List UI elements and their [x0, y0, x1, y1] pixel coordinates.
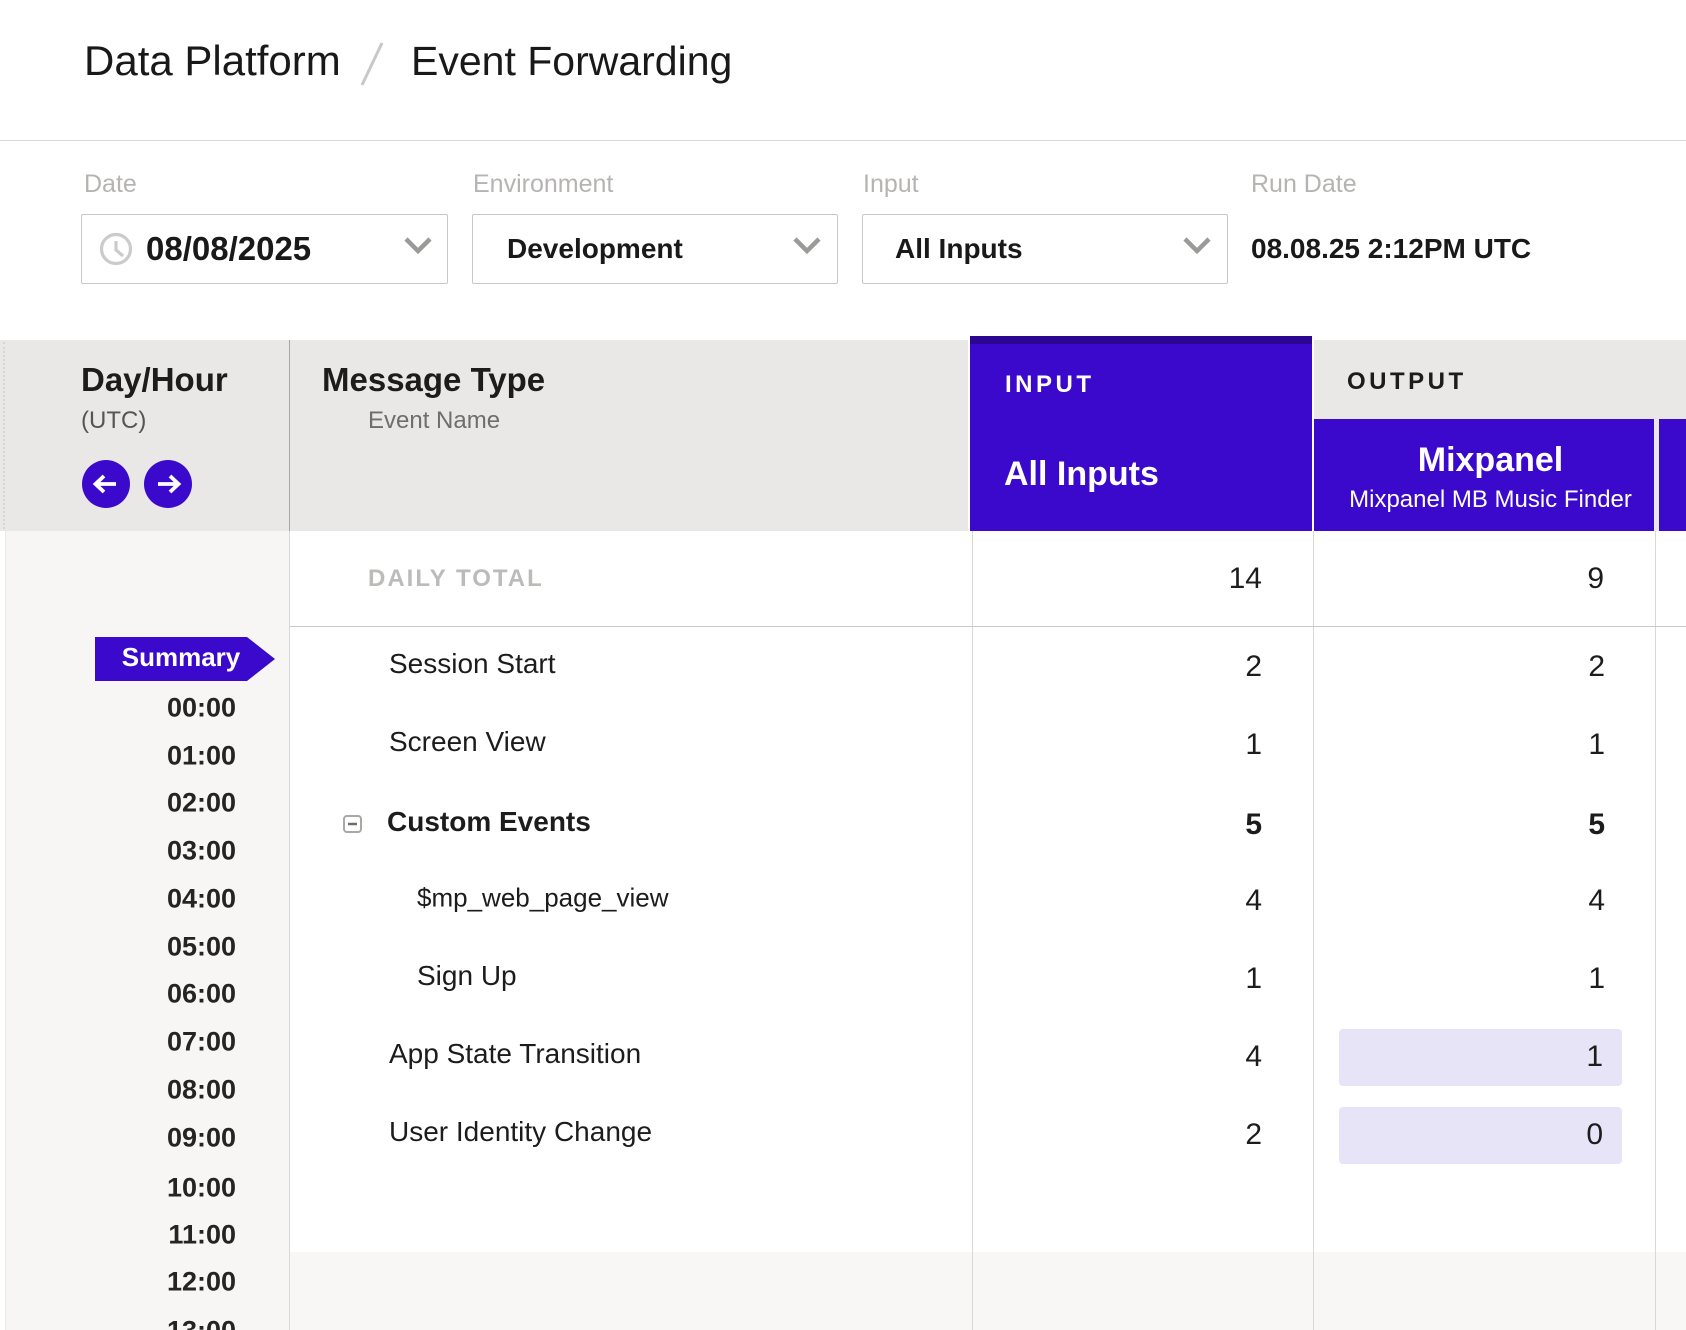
svg-text:Summary: Summary — [122, 642, 241, 672]
